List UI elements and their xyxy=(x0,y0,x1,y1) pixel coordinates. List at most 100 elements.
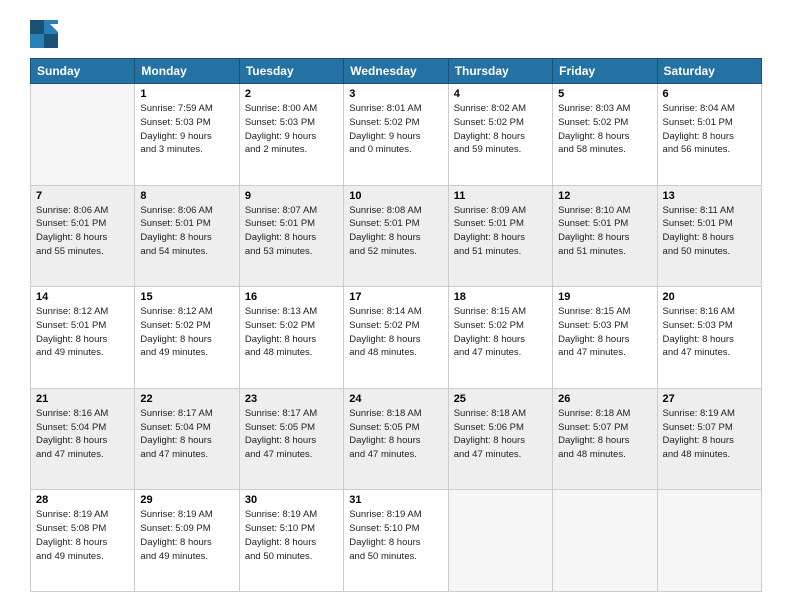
day-cell: 18 Sunrise: 8:15 AM Sunset: 5:02 PM Dayli… xyxy=(448,287,552,389)
day-cell xyxy=(657,490,761,592)
day-cell xyxy=(31,84,135,186)
day-number: 7 xyxy=(36,190,129,202)
day-number: 19 xyxy=(558,291,651,303)
day-cell: 19 Sunrise: 8:15 AM Sunset: 5:03 PM Dayli… xyxy=(553,287,657,389)
day-cell: 6Sunrise: 8:04 AM Sunset: 5:01 PM Daylig… xyxy=(657,84,761,186)
day-info: Sunrise: 8:03 AM Sunset: 5:02 PM Dayligh… xyxy=(558,102,651,157)
header-cell-thursday: Thursday xyxy=(448,59,552,84)
day-cell: 26 Sunrise: 8:18 AM Sunset: 5:07 PM Dayli… xyxy=(553,388,657,490)
day-info: Sunrise: 8:14 AM Sunset: 5:02 PM Dayligh… xyxy=(349,305,442,360)
calendar-header: SundayMondayTuesdayWednesdayThursdayFrid… xyxy=(31,59,762,84)
logo-icon xyxy=(30,20,58,48)
header-cell-saturday: Saturday xyxy=(657,59,761,84)
page: SundayMondayTuesdayWednesdayThursdayFrid… xyxy=(0,0,792,612)
day-number: 21 xyxy=(36,393,129,405)
header-cell-tuesday: Tuesday xyxy=(239,59,343,84)
day-number: 31 xyxy=(349,494,442,506)
day-number: 12 xyxy=(558,190,651,202)
day-cell: 25Sunrise: 8:18 AM Sunset: 5:06 PM Dayli… xyxy=(448,388,552,490)
day-number: 2 xyxy=(245,88,338,100)
day-cell: 15 Sunrise: 8:12 AM Sunset: 5:02 PM Dayli… xyxy=(135,287,239,389)
day-cell: 16Sunrise: 8:13 AM Sunset: 5:02 PM Dayli… xyxy=(239,287,343,389)
day-cell: 31 Sunrise: 8:19 AM Sunset: 5:10 PM Dayli… xyxy=(344,490,448,592)
day-info: Sunrise: 8:00 AM Sunset: 5:03 PM Dayligh… xyxy=(245,102,338,157)
header-cell-monday: Monday xyxy=(135,59,239,84)
day-info: Sunrise: 8:19 AM Sunset: 5:10 PM Dayligh… xyxy=(245,508,338,563)
day-cell: 11 Sunrise: 8:09 AM Sunset: 5:01 PM Dayli… xyxy=(448,185,552,287)
day-number: 15 xyxy=(140,291,233,303)
day-number: 24 xyxy=(349,393,442,405)
day-number: 4 xyxy=(454,88,547,100)
day-number: 27 xyxy=(663,393,756,405)
day-info: Sunrise: 8:18 AM Sunset: 5:07 PM Dayligh… xyxy=(558,407,651,462)
day-cell: 30 Sunrise: 8:19 AM Sunset: 5:10 PM Dayli… xyxy=(239,490,343,592)
day-cell: 14Sunrise: 8:12 AM Sunset: 5:01 PM Dayli… xyxy=(31,287,135,389)
calendar-table: SundayMondayTuesdayWednesdayThursdayFrid… xyxy=(30,58,762,592)
day-info: Sunrise: 8:16 AM Sunset: 5:04 PM Dayligh… xyxy=(36,407,129,462)
day-cell: 3 Sunrise: 8:01 AM Sunset: 5:02 PM Daylig… xyxy=(344,84,448,186)
day-info: Sunrise: 8:01 AM Sunset: 5:02 PM Dayligh… xyxy=(349,102,442,157)
week-row-3: 21 Sunrise: 8:16 AM Sunset: 5:04 PM Dayli… xyxy=(31,388,762,490)
day-number: 1 xyxy=(140,88,233,100)
header-cell-wednesday: Wednesday xyxy=(344,59,448,84)
day-info: Sunrise: 8:12 AM Sunset: 5:01 PM Dayligh… xyxy=(36,305,129,360)
day-cell: 1 Sunrise: 7:59 AM Sunset: 5:03 PM Daylig… xyxy=(135,84,239,186)
day-info: Sunrise: 8:19 AM Sunset: 5:09 PM Dayligh… xyxy=(140,508,233,563)
day-cell: 22 Sunrise: 8:17 AM Sunset: 5:04 PM Dayli… xyxy=(135,388,239,490)
day-cell: 23 Sunrise: 8:17 AM Sunset: 5:05 PM Dayli… xyxy=(239,388,343,490)
day-number: 18 xyxy=(454,291,547,303)
day-number: 30 xyxy=(245,494,338,506)
header-cell-friday: Friday xyxy=(553,59,657,84)
day-info: Sunrise: 8:06 AM Sunset: 5:01 PM Dayligh… xyxy=(140,204,233,259)
logo xyxy=(30,20,62,48)
day-info: Sunrise: 8:11 AM Sunset: 5:01 PM Dayligh… xyxy=(663,204,756,259)
day-info: Sunrise: 8:19 AM Sunset: 5:07 PM Dayligh… xyxy=(663,407,756,462)
week-row-2: 14Sunrise: 8:12 AM Sunset: 5:01 PM Dayli… xyxy=(31,287,762,389)
day-number: 11 xyxy=(454,190,547,202)
week-row-4: 28Sunrise: 8:19 AM Sunset: 5:08 PM Dayli… xyxy=(31,490,762,592)
week-row-0: 1 Sunrise: 7:59 AM Sunset: 5:03 PM Daylig… xyxy=(31,84,762,186)
day-cell xyxy=(448,490,552,592)
day-cell: 13 Sunrise: 8:11 AM Sunset: 5:01 PM Dayli… xyxy=(657,185,761,287)
day-number: 13 xyxy=(663,190,756,202)
day-number: 22 xyxy=(140,393,233,405)
day-info: Sunrise: 8:19 AM Sunset: 5:10 PM Dayligh… xyxy=(349,508,442,563)
day-info: Sunrise: 8:16 AM Sunset: 5:03 PM Dayligh… xyxy=(663,305,756,360)
day-number: 20 xyxy=(663,291,756,303)
day-cell: 4 Sunrise: 8:02 AM Sunset: 5:02 PM Daylig… xyxy=(448,84,552,186)
day-info: Sunrise: 8:18 AM Sunset: 5:05 PM Dayligh… xyxy=(349,407,442,462)
day-info: Sunrise: 8:17 AM Sunset: 5:04 PM Dayligh… xyxy=(140,407,233,462)
header xyxy=(30,20,762,48)
day-number: 3 xyxy=(349,88,442,100)
day-info: Sunrise: 8:09 AM Sunset: 5:01 PM Dayligh… xyxy=(454,204,547,259)
day-number: 23 xyxy=(245,393,338,405)
header-cell-sunday: Sunday xyxy=(31,59,135,84)
day-info: Sunrise: 8:17 AM Sunset: 5:05 PM Dayligh… xyxy=(245,407,338,462)
day-info: Sunrise: 8:12 AM Sunset: 5:02 PM Dayligh… xyxy=(140,305,233,360)
day-number: 9 xyxy=(245,190,338,202)
day-cell: 20 Sunrise: 8:16 AM Sunset: 5:03 PM Dayli… xyxy=(657,287,761,389)
day-number: 5 xyxy=(558,88,651,100)
day-number: 16 xyxy=(245,291,338,303)
header-row: SundayMondayTuesdayWednesdayThursdayFrid… xyxy=(31,59,762,84)
day-info: Sunrise: 8:06 AM Sunset: 5:01 PM Dayligh… xyxy=(36,204,129,259)
day-number: 26 xyxy=(558,393,651,405)
day-info: Sunrise: 8:04 AM Sunset: 5:01 PM Dayligh… xyxy=(663,102,756,157)
day-cell: 12Sunrise: 8:10 AM Sunset: 5:01 PM Dayli… xyxy=(553,185,657,287)
day-number: 17 xyxy=(349,291,442,303)
day-cell: 27 Sunrise: 8:19 AM Sunset: 5:07 PM Dayli… xyxy=(657,388,761,490)
day-cell: 10Sunrise: 8:08 AM Sunset: 5:01 PM Dayli… xyxy=(344,185,448,287)
day-info: Sunrise: 8:02 AM Sunset: 5:02 PM Dayligh… xyxy=(454,102,547,157)
day-info: Sunrise: 8:15 AM Sunset: 5:03 PM Dayligh… xyxy=(558,305,651,360)
day-number: 8 xyxy=(140,190,233,202)
day-cell: 7 Sunrise: 8:06 AM Sunset: 5:01 PM Daylig… xyxy=(31,185,135,287)
day-info: Sunrise: 7:59 AM Sunset: 5:03 PM Dayligh… xyxy=(140,102,233,157)
day-cell: 17 Sunrise: 8:14 AM Sunset: 5:02 PM Dayli… xyxy=(344,287,448,389)
day-info: Sunrise: 8:07 AM Sunset: 5:01 PM Dayligh… xyxy=(245,204,338,259)
day-number: 29 xyxy=(140,494,233,506)
day-number: 25 xyxy=(454,393,547,405)
day-cell: 8 Sunrise: 8:06 AM Sunset: 5:01 PM Daylig… xyxy=(135,185,239,287)
day-info: Sunrise: 8:19 AM Sunset: 5:08 PM Dayligh… xyxy=(36,508,129,563)
day-info: Sunrise: 8:15 AM Sunset: 5:02 PM Dayligh… xyxy=(454,305,547,360)
day-cell: 28Sunrise: 8:19 AM Sunset: 5:08 PM Dayli… xyxy=(31,490,135,592)
